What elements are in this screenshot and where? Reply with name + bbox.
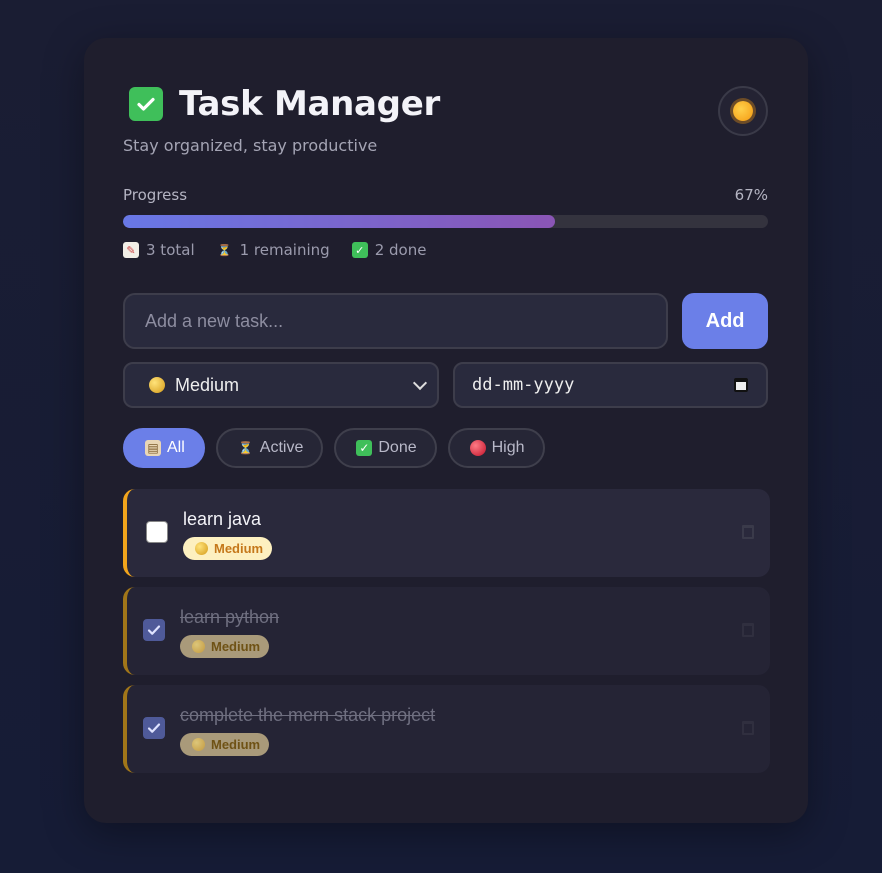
task-item: complete the mern stack project Medium <box>123 685 770 773</box>
task-checkbox[interactable] <box>146 521 168 543</box>
progress-bar-fill <box>123 215 556 228</box>
medium-priority-icon <box>149 377 165 393</box>
memo-icon: ✎ <box>123 242 139 258</box>
date-placeholder: dd-mm-yyyy <box>472 375 575 395</box>
stat-done: ✓ 2 done <box>351 241 426 259</box>
trash-icon[interactable] <box>742 721 754 735</box>
chevron-down-icon <box>412 375 428 391</box>
task-item: learn python Medium <box>123 587 770 675</box>
add-task-button[interactable]: Add <box>682 293 768 349</box>
add-task-row: Add <box>123 293 768 349</box>
task-text: complete the mern stack project <box>180 705 436 725</box>
check-mark-button-icon <box>129 87 163 121</box>
task-manager-card: Task Manager Stay organized, stay produc… <box>84 38 808 823</box>
page-title: Task Manager <box>179 84 440 124</box>
title-row: Task Manager <box>123 84 768 124</box>
sun-icon <box>733 101 753 121</box>
medium-priority-icon <box>195 542 208 555</box>
task-text: learn java <box>183 509 262 529</box>
hourglass-icon: ⏳ <box>238 441 254 455</box>
priority-badge: Medium <box>180 635 270 658</box>
progress-bar <box>123 215 768 228</box>
task-list: learn java Medium learn python Medium co… <box>123 489 770 783</box>
progress-label: Progress <box>123 186 188 204</box>
task-stats: ✎ 3 total ⏳ 1 remaining ✓ 2 done <box>123 241 768 259</box>
priority-badge: Medium <box>183 537 273 560</box>
theme-toggle-button[interactable] <box>718 86 768 136</box>
progress-percent: 67% <box>734 186 768 204</box>
check-box-icon: ✓ <box>351 242 368 258</box>
header: Task Manager Stay organized, stay produc… <box>123 84 768 164</box>
task-options-row: Medium dd-mm-yyyy <box>123 362 768 408</box>
filter-done[interactable]: ✓ Done <box>334 428 437 468</box>
task-item: learn java Medium <box>123 489 770 577</box>
hourglass-icon: ⏳ <box>217 243 232 257</box>
progress-section: Progress 67% ✎ 3 total ⏳ 1 remaining ✓ 2… <box>123 186 768 259</box>
clipboard-icon: ▤ <box>145 440 161 456</box>
check-icon <box>147 625 161 635</box>
stat-total: ✎ 3 total <box>123 241 195 259</box>
stat-remaining: ⏳ 1 remaining <box>217 241 330 259</box>
filter-bar: ▤ All ⏳ Active ✓ Done High <box>123 428 545 468</box>
task-checkbox[interactable] <box>143 717 165 739</box>
check-box-icon: ✓ <box>356 440 373 456</box>
priority-selected-label: Medium <box>175 374 240 395</box>
calendar-icon[interactable] <box>734 378 748 392</box>
task-checkbox[interactable] <box>143 619 165 641</box>
trash-icon[interactable] <box>742 623 754 637</box>
filter-all[interactable]: ▤ All <box>123 428 205 468</box>
high-priority-icon <box>469 440 486 456</box>
task-text: learn python <box>180 607 280 627</box>
medium-priority-icon <box>192 640 205 653</box>
filter-high[interactable]: High <box>447 428 545 468</box>
trash-icon[interactable] <box>742 525 754 539</box>
due-date-input[interactable]: dd-mm-yyyy <box>453 362 768 408</box>
check-icon <box>147 723 161 733</box>
filter-active[interactable]: ⏳ Active <box>215 428 324 468</box>
page-subtitle: Stay organized, stay productive <box>123 136 378 155</box>
medium-priority-icon <box>192 738 205 751</box>
priority-select[interactable]: Medium <box>123 362 439 408</box>
priority-badge: Medium <box>180 733 270 756</box>
new-task-input[interactable] <box>123 293 669 349</box>
